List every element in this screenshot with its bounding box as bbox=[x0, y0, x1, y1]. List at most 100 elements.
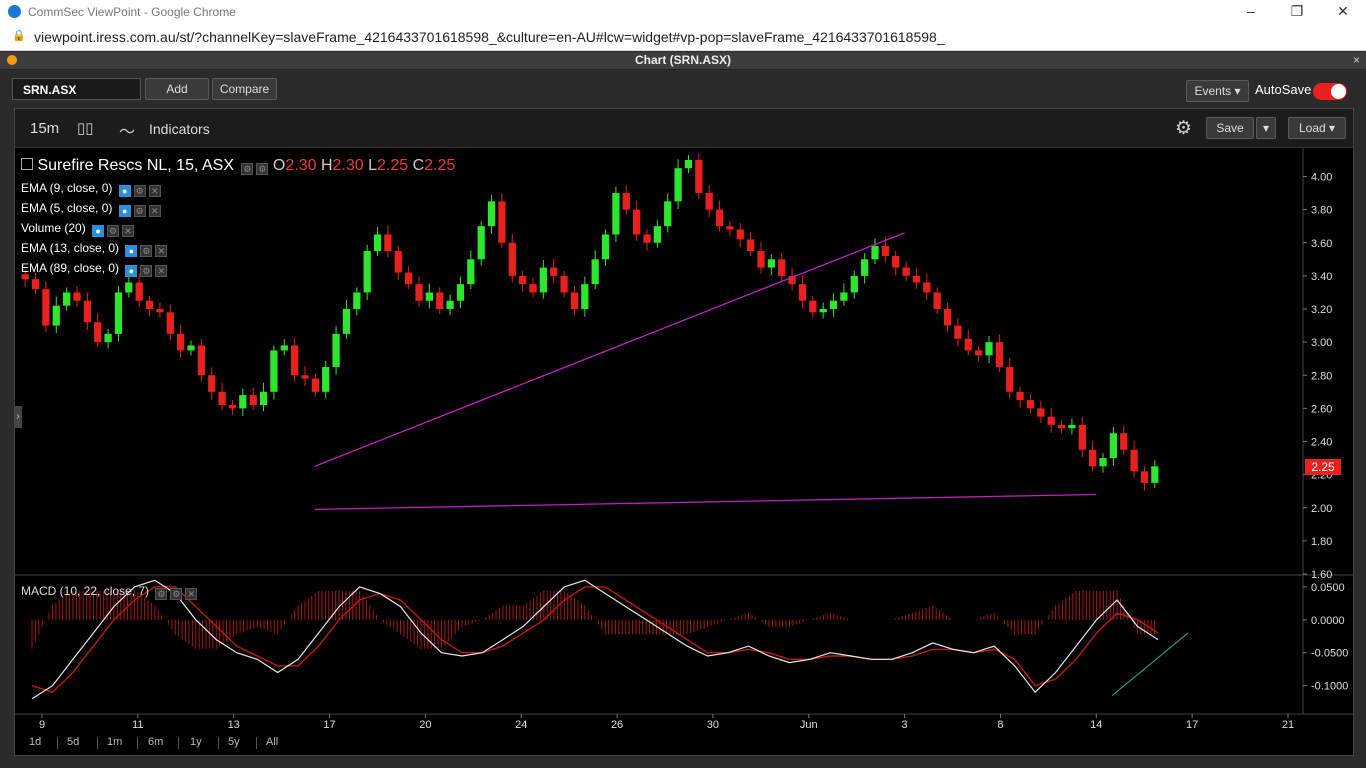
candle bbox=[539, 259, 547, 299]
candle bbox=[498, 193, 506, 248]
settings-icon[interactable]: ⚙ bbox=[256, 163, 269, 175]
study-label: EMA (9, close, 0) bbox=[21, 181, 113, 195]
instrument-name: Surefire Rescs NL, 15, ASX bbox=[37, 157, 234, 174]
date-tick-label: 3 bbox=[902, 719, 908, 731]
legend-header: Surefire Rescs NL, 15, ASX ⚙ ⚙ O2.30 H2.3… bbox=[21, 157, 455, 175]
macd-tick-label: -0.0500 bbox=[1311, 648, 1348, 660]
eye-icon[interactable]: ● bbox=[118, 185, 131, 197]
candle bbox=[291, 337, 299, 382]
date-tick-label: 11 bbox=[132, 719, 143, 731]
candle bbox=[477, 221, 485, 266]
study-ema-9[interactable]: EMA (9, close, 0) ● ⚙ ✕ bbox=[21, 181, 161, 197]
period-5d[interactable]: 5d bbox=[67, 736, 79, 748]
settings-icon[interactable]: ⚙ bbox=[140, 245, 153, 257]
candle bbox=[187, 340, 195, 356]
trendlines[interactable] bbox=[314, 232, 1097, 511]
candle bbox=[363, 244, 371, 301]
candle bbox=[446, 294, 454, 316]
candle bbox=[1068, 418, 1076, 435]
close-icon[interactable]: ✕ bbox=[148, 205, 161, 217]
settings-icon[interactable]: ⚙ bbox=[155, 588, 168, 600]
candle bbox=[425, 283, 433, 309]
date-tick-label: Jun bbox=[800, 719, 818, 731]
candle bbox=[332, 326, 340, 375]
date-tick-label: 9 bbox=[39, 719, 45, 731]
period-separator bbox=[57, 737, 58, 749]
date-tick-label: 13 bbox=[228, 719, 240, 731]
study-volume[interactable]: Volume (20) ● ⚙ ✕ bbox=[21, 221, 135, 237]
price-tick-label: 3.60 bbox=[1311, 238, 1332, 250]
macd-tick-label: 0.0000 bbox=[1311, 615, 1345, 627]
price-tick-label: 3.80 bbox=[1311, 205, 1332, 217]
close-icon[interactable]: ✕ bbox=[185, 588, 198, 600]
candle bbox=[591, 250, 599, 290]
candle bbox=[674, 159, 682, 209]
candle bbox=[353, 287, 361, 316]
macd-support-line[interactable] bbox=[1111, 632, 1189, 696]
macd-legend[interactable]: MACD (10, 22, close, 7) ⚙ ⚙ ✕ bbox=[21, 584, 198, 600]
candle bbox=[747, 231, 755, 256]
eye-icon[interactable]: ● bbox=[118, 205, 131, 217]
candle bbox=[301, 366, 309, 387]
candle bbox=[239, 388, 247, 416]
close-icon[interactable]: ✕ bbox=[148, 185, 161, 197]
close-icon[interactable]: ✕ bbox=[155, 245, 168, 257]
macd-axis: 0.0500 0.0000 -0.0500 -0.1000 bbox=[1303, 582, 1348, 693]
candle bbox=[715, 200, 724, 232]
settings-icon[interactable]: ⚙ bbox=[140, 265, 153, 277]
candle bbox=[923, 273, 931, 301]
period-all[interactable]: All bbox=[266, 736, 278, 748]
candle bbox=[1006, 358, 1014, 399]
candle bbox=[684, 154, 693, 174]
trendline[interactable] bbox=[314, 493, 1097, 511]
eye-icon[interactable]: ● bbox=[125, 265, 138, 277]
price-tick-label: 2.60 bbox=[1311, 403, 1332, 415]
side-panel-handle[interactable]: › bbox=[14, 406, 22, 428]
candle bbox=[135, 273, 143, 308]
collapse-icon[interactable] bbox=[21, 158, 33, 170]
candle bbox=[1120, 425, 1128, 455]
candle bbox=[1140, 466, 1149, 491]
candle bbox=[73, 286, 81, 308]
candle bbox=[643, 229, 651, 251]
period-1d[interactable]: 1d bbox=[29, 736, 41, 748]
period-5y[interactable]: 5y bbox=[228, 736, 240, 748]
high-label: H bbox=[320, 157, 333, 174]
eye-icon[interactable]: ● bbox=[125, 245, 138, 257]
period-separator bbox=[97, 737, 98, 749]
candle bbox=[985, 335, 993, 363]
settings-icon[interactable]: ⚙ bbox=[241, 163, 254, 175]
close-icon[interactable]: ✕ bbox=[155, 265, 168, 277]
eye-icon[interactable]: ● bbox=[92, 225, 105, 237]
study-label: EMA (13, close, 0) bbox=[21, 241, 120, 255]
candle bbox=[1037, 400, 1045, 423]
candle bbox=[1047, 407, 1055, 433]
study-ema-13[interactable]: EMA (13, close, 0) ● ⚙ ✕ bbox=[21, 241, 168, 257]
candle bbox=[757, 242, 765, 274]
price-tick-label: 3.20 bbox=[1311, 304, 1332, 316]
candle bbox=[695, 153, 703, 200]
candles bbox=[21, 153, 1159, 491]
settings-icon[interactable]: ⚙ bbox=[133, 205, 146, 217]
settings-icon[interactable]: ⚙ bbox=[133, 185, 146, 197]
price-chart[interactable]: 4.003.803.603.403.203.002.802.602.402.20… bbox=[0, 0, 1366, 768]
settings-icon[interactable]: ⚙ bbox=[107, 225, 120, 237]
study-ema-89[interactable]: EMA (89, close, 0) ● ⚙ ✕ bbox=[21, 261, 168, 277]
candle bbox=[612, 186, 620, 243]
period-1y[interactable]: 1y bbox=[190, 736, 202, 748]
study-ema-5[interactable]: EMA (5, close, 0) ● ⚙ ✕ bbox=[21, 201, 161, 217]
price-axis: 4.003.803.603.403.203.002.802.602.402.20… bbox=[1303, 172, 1332, 581]
settings-icon[interactable]: ⚙ bbox=[170, 588, 183, 600]
candle bbox=[384, 225, 392, 258]
candle bbox=[653, 219, 661, 248]
macd-line bbox=[31, 579, 1159, 700]
close-icon[interactable]: ✕ bbox=[122, 225, 135, 237]
trendline[interactable] bbox=[314, 232, 905, 467]
candle bbox=[570, 286, 579, 316]
candle bbox=[487, 195, 496, 234]
candle bbox=[664, 193, 672, 233]
candle bbox=[633, 200, 641, 241]
candle bbox=[529, 277, 537, 298]
period-6m[interactable]: 6m bbox=[148, 736, 163, 748]
period-1m[interactable]: 1m bbox=[107, 736, 122, 748]
